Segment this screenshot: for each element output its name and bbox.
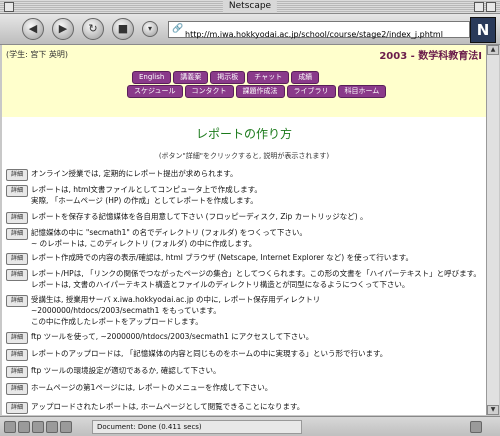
course-title: 2003 - 数学科教育法I xyxy=(379,51,482,62)
reload-icon: ↻ xyxy=(88,22,98,35)
url-input[interactable] xyxy=(169,28,465,41)
course-header: (学生: 宮下 英明) 2003 - 数学科教育法I English 講義案 掲… xyxy=(2,45,486,117)
status-text: Document: Done (0.411 secs) xyxy=(92,420,302,434)
mail-icon[interactable] xyxy=(18,421,30,433)
list-item: 詳細 レポート作成時での内容の表示/確認は, html ブラウザ (Netsca… xyxy=(6,252,481,265)
item-text: レポートは, html文書ファイルとしてコンピュータ上で作成します。 xyxy=(31,185,262,194)
composer-icon[interactable] xyxy=(32,421,44,433)
home-button[interactable]: ▾ xyxy=(142,21,158,37)
collapse-box-icon[interactable] xyxy=(486,2,496,12)
window-title: Netscape xyxy=(222,0,278,13)
detail-button[interactable]: 詳細 xyxy=(6,383,28,395)
detail-button[interactable]: 詳細 xyxy=(6,212,28,224)
forward-arrow-icon: ▶ xyxy=(58,22,68,35)
menu-row-1: English 講義案 掲示板 チャット 成績 xyxy=(132,71,362,84)
stop-icon: ■ xyxy=(117,22,129,35)
list-item: 詳細 レポート/HPは, 「リンクの関係でつながったページの集合」としてつくられ… xyxy=(6,268,481,290)
detail-button[interactable]: 詳細 xyxy=(6,253,28,265)
list-item: 詳細 ftp ツールを使って, ~2000000/htdocs/2003/sec… xyxy=(6,331,481,344)
item-text: 記憶媒体の中に "secmath1" の名でディレクトリ (フォルダ) をつくっ… xyxy=(31,228,307,237)
page-content: (学生: 宮下 英明) 2003 - 数学科教育法I English 講義案 掲… xyxy=(2,45,486,415)
offline-icon[interactable] xyxy=(60,421,72,433)
back-button[interactable]: ◀ xyxy=(22,18,44,40)
menu-lecture-button[interactable]: 講義案 xyxy=(173,71,209,84)
item-text: 受講生は, 授業用サーバ x.iwa.hokkyodai.ac.jp の中に, … xyxy=(31,295,321,304)
status-bar: Document: Done (0.411 secs) xyxy=(0,416,500,436)
menu-assignment-button[interactable]: 課題作成法 xyxy=(235,85,285,98)
detail-button[interactable]: 詳細 xyxy=(6,402,28,414)
item-text: この中に作成したレポートをアップロードします。 xyxy=(31,317,203,326)
detail-button[interactable]: 詳細 xyxy=(6,366,28,378)
item-text: ホームページの第1ページには, レポートのメニューを作成して下さい。 xyxy=(31,383,273,392)
student-name: (学生: 宮下 英明) xyxy=(6,50,69,59)
chevron-down-icon: ▾ xyxy=(147,24,152,33)
instruction-text: (ボタン"詳細"をクリックすると, 説明が表示されます) xyxy=(158,152,330,160)
menu-chat-button[interactable]: チャット xyxy=(247,71,290,84)
resize-grip-icon[interactable] xyxy=(470,421,482,433)
reload-button[interactable]: ↻ xyxy=(82,18,104,40)
list-item: 詳細 オンライン授業では, 定期的にレポート提出が求められます。 xyxy=(6,168,481,181)
menu-schedule-button[interactable]: スケジュール xyxy=(127,85,183,98)
chat-icon[interactable] xyxy=(46,421,58,433)
detail-button[interactable]: 詳細 xyxy=(6,185,28,197)
detail-button[interactable]: 詳細 xyxy=(6,295,28,307)
item-text: 実際, 「ホームページ (HP) の作成」としてレポートを作成します。 xyxy=(31,196,258,205)
window-titlebar[interactable]: Netscape xyxy=(0,0,500,14)
item-text: レポートを保存する記憶媒体を各自用意して下さい (フロッピーディスク, Zip … xyxy=(31,212,368,221)
forward-button[interactable]: ▶ xyxy=(52,18,74,40)
menu-library-button[interactable]: ライブラリ xyxy=(286,85,336,98)
item-text: ~2000000/htdocs/2003/secmath1 をもっています。 xyxy=(31,306,221,315)
list-item: 詳細 レポートを保存する記憶媒体を各自用意して下さい (フロッピーディスク, Z… xyxy=(6,211,481,224)
close-box-icon[interactable] xyxy=(4,2,14,12)
vertical-scrollbar[interactable]: ▲ ▼ xyxy=(486,45,499,415)
list-item: 詳細 記憶媒体の中に "secmath1" の名でディレクトリ (フォルダ) を… xyxy=(6,227,481,249)
item-text: レポートは, 文書のハイパーテキスト構造とファイルのディレクトリ構造とが同型にな… xyxy=(31,280,410,289)
detail-button[interactable]: 詳細 xyxy=(6,332,28,344)
navigation-toolbar: ◀ ▶ ↻ ■ ▾ 🔗 N xyxy=(0,14,500,45)
detail-button[interactable]: 詳細 xyxy=(6,169,28,181)
address-bar[interactable]: 🔗 xyxy=(168,21,470,41)
list-item: 詳細 受講生は, 授業用サーバ x.iwa.hokkyodai.ac.jp の中… xyxy=(6,294,481,327)
list-item: 詳細 ホームページの第1ページには, レポートのメニューを作成して下さい。 xyxy=(6,382,481,395)
item-text: レポート作成時での内容の表示/確認は, html ブラウザ (Netscape,… xyxy=(31,253,413,262)
scroll-down-icon[interactable]: ▼ xyxy=(487,405,499,415)
menu-contact-button[interactable]: コンタクト xyxy=(184,85,234,98)
item-text: ftp ツールの環境設定が適切であるか, 確認して下さい。 xyxy=(31,366,221,375)
item-text: アップロードされたレポートは, ホームページとして閲覧できることになります。 xyxy=(31,402,305,411)
menu-grades-button[interactable]: 成績 xyxy=(291,71,320,84)
item-text: オンライン授業では, 定期的にレポート提出が求められます。 xyxy=(31,169,238,178)
list-item: 詳細 レポートのアップロードは, 「記憶媒体の内容と同じものをホームの中に実現す… xyxy=(6,348,481,361)
scroll-up-icon[interactable]: ▲ xyxy=(487,45,499,55)
item-text: レポート/HPは, 「リンクの関係でつながったページの集合」としてつくられます。… xyxy=(31,269,481,278)
detail-button[interactable]: 詳細 xyxy=(6,349,28,361)
stop-button[interactable]: ■ xyxy=(112,18,134,40)
menu-english-button[interactable]: English xyxy=(132,71,172,84)
menu-row-2: スケジュール コンタクト 課題作成法 ライブラリ 科目ホーム xyxy=(127,85,387,98)
zoom-box-icon[interactable] xyxy=(474,2,484,12)
page-title: レポートの作り方 xyxy=(195,127,292,141)
menu-course-home-button[interactable]: 科目ホーム xyxy=(337,85,387,98)
menu-bbs-button[interactable]: 掲示板 xyxy=(210,71,246,84)
list-item: 詳細 ftp ツールの環境設定が適切であるか, 確認して下さい。 xyxy=(6,365,481,378)
list-item: 詳細 アップロードされたレポートは, ホームページとして閲覧できることになります… xyxy=(6,401,481,414)
item-text: ~ のレポートは, このディレクトリ (フォルダ) の中に作成します。 xyxy=(31,239,257,248)
detail-button[interactable]: 詳細 xyxy=(6,269,28,281)
list-item: 詳細 レポートは, html文書ファイルとしてコンピュータ上で作成します。 実際,… xyxy=(6,184,481,206)
item-text: ftp ツールを使って, ~2000000/htdocs/2003/secmat… xyxy=(31,332,314,341)
security-lock-icon[interactable] xyxy=(4,421,16,433)
item-text: レポートのアップロードは, 「記憶媒体の内容と同じものをホームの中に実現する」と… xyxy=(31,349,388,358)
detail-button[interactable]: 詳細 xyxy=(6,228,28,240)
netscape-logo[interactable]: N xyxy=(470,17,496,43)
back-arrow-icon: ◀ xyxy=(28,22,38,35)
page-proxy-icon: 🔗 xyxy=(172,24,184,34)
